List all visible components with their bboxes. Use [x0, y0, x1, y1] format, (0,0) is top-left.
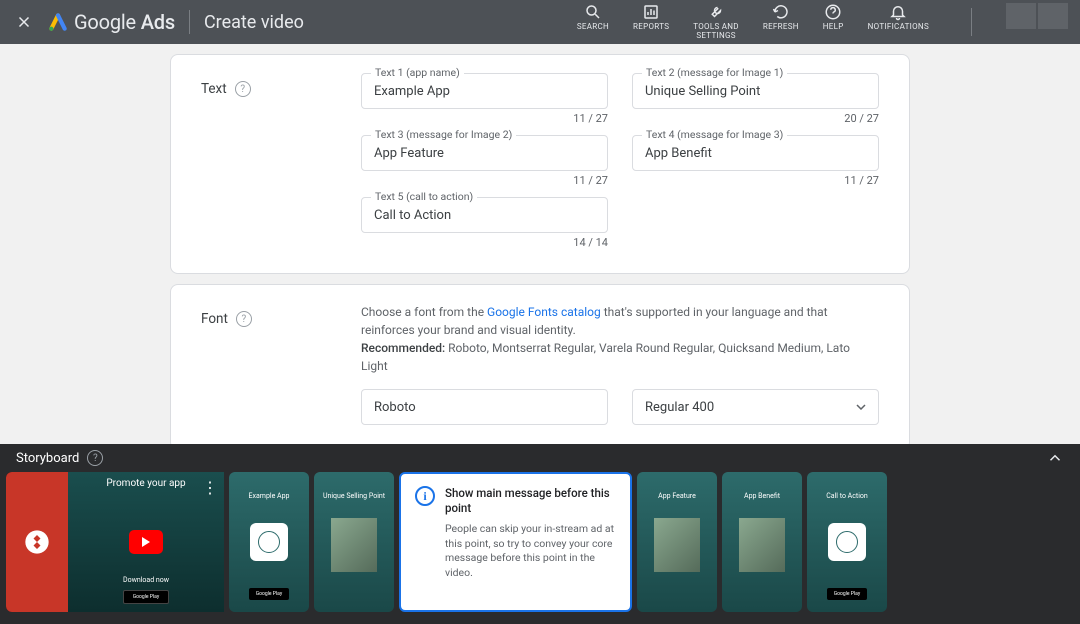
- font-family-field: [361, 389, 608, 425]
- fonts-catalog-link[interactable]: Google Fonts catalog: [487, 305, 601, 319]
- nav-reports[interactable]: REPORTS: [633, 3, 669, 32]
- video-preview[interactable]: Promote your app ⋮ Download now Google P…: [6, 472, 224, 612]
- text5-field: Text 5 (call to action) 14 / 14: [361, 197, 608, 249]
- font-family-input[interactable]: [361, 389, 608, 425]
- store-badge: Google Play: [249, 588, 289, 600]
- char-count: 20 / 27: [632, 112, 879, 125]
- top-bar: Google Ads Create video SEARCH REPORTS T…: [0, 0, 1080, 44]
- tip-desc: People can skip your in-stream ad at thi…: [445, 522, 616, 581]
- chevron-down-icon: [856, 404, 866, 410]
- nav-search[interactable]: SEARCH: [577, 3, 609, 32]
- section-label-text: Text: [201, 81, 227, 97]
- font-card: Font ? Choose a font from the Google Fon…: [170, 284, 910, 444]
- storyboard-frame-1[interactable]: Example App Google Play: [229, 472, 309, 612]
- wrench-icon: [707, 3, 725, 21]
- storyboard-label: Storyboard: [16, 451, 79, 466]
- youtube-play-icon[interactable]: [129, 530, 163, 554]
- char-count: 11 / 27: [361, 174, 608, 187]
- divider: [189, 10, 190, 34]
- app-icon: [828, 523, 866, 561]
- frame-image: [654, 518, 700, 572]
- app-icon: [250, 523, 288, 561]
- nav-refresh[interactable]: REFRESH: [763, 3, 799, 32]
- char-count: 11 / 27: [361, 112, 608, 125]
- reports-icon: [642, 3, 660, 21]
- logo-text: Google Ads: [74, 10, 175, 34]
- char-count: 11 / 27: [632, 174, 879, 187]
- page-title: Create video: [204, 12, 304, 33]
- divider: [971, 8, 972, 36]
- info-icon: i: [415, 486, 435, 506]
- app-icon: [23, 528, 51, 556]
- frame-image: [331, 518, 377, 572]
- help-icon[interactable]: ?: [236, 311, 252, 327]
- font-weight-field: Regular 400: [632, 389, 879, 425]
- text-card: Text ? Text 1 (app name) 11 / 27 Text 2 …: [170, 54, 910, 274]
- storyboard-frame-4[interactable]: App Benefit: [722, 472, 802, 612]
- search-icon: [584, 3, 602, 21]
- close-icon[interactable]: [12, 10, 36, 34]
- storyboard-panel: Storyboard ? Promote your app ⋮ Download…: [0, 444, 1080, 624]
- help-icon[interactable]: ?: [87, 450, 103, 466]
- tip-title: Show main message before this point: [445, 486, 616, 516]
- storyboard-frame-3[interactable]: App Feature: [637, 472, 717, 612]
- storyboard-frame-2[interactable]: Unique Selling Point: [314, 472, 394, 612]
- char-count: 14 / 14: [361, 236, 608, 249]
- chevron-up-icon[interactable]: [1046, 449, 1064, 467]
- storyboard-frame-5[interactable]: Call to Action Google Play: [807, 472, 887, 612]
- frame-image: [739, 518, 785, 572]
- nav-help[interactable]: HELP: [823, 3, 844, 32]
- download-label: Download now: [101, 576, 191, 586]
- refresh-icon: [772, 3, 790, 21]
- account-placeholder: [1006, 3, 1068, 29]
- storyboard-tip: i Show main message before this point Pe…: [399, 472, 632, 612]
- store-badge: Google Play: [123, 590, 169, 604]
- help-icon[interactable]: ?: [235, 81, 251, 97]
- ads-logo-icon: [48, 12, 68, 32]
- nav-notifications[interactable]: NOTIFICATIONS: [868, 3, 929, 32]
- menu-icon[interactable]: ⋮: [202, 478, 218, 497]
- bell-icon: [889, 3, 907, 21]
- section-label-font: Font: [201, 311, 228, 327]
- text3-field: Text 3 (message for Image 2) 11 / 27: [361, 135, 608, 187]
- nav-tools[interactable]: TOOLS AND SETTINGS: [693, 3, 739, 41]
- font-description: Choose a font from the Google Fonts cata…: [361, 303, 879, 375]
- preview-title: Promote your app: [106, 478, 185, 489]
- main-content: Text ? Text 1 (app name) 11 / 27 Text 2 …: [0, 44, 1080, 444]
- help-icon: [824, 3, 842, 21]
- text1-field: Text 1 (app name) 11 / 27: [361, 73, 608, 125]
- text2-field: Text 2 (message for Image 1) 20 / 27: [632, 73, 879, 125]
- google-ads-logo: Google Ads: [48, 10, 175, 34]
- text4-field: Text 4 (message for Image 3) 11 / 27: [632, 135, 879, 187]
- font-weight-select[interactable]: Regular 400: [632, 389, 879, 425]
- store-badge: Google Play: [827, 588, 867, 600]
